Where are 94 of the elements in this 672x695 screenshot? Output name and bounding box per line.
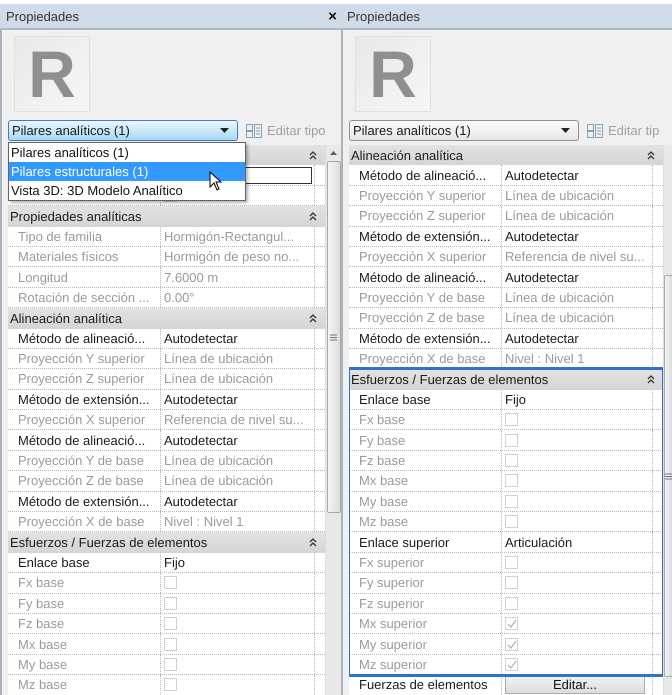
property-label: Mx base <box>8 634 161 654</box>
property-label: Mz superior <box>349 654 502 674</box>
scroll-thumb[interactable] <box>664 275 672 677</box>
type-selector[interactable]: Pilares analíticos (1) <box>8 120 238 141</box>
section-title: Alineación analítica <box>351 148 464 163</box>
property-label: Fy base <box>8 594 161 613</box>
property-label: My superior <box>349 634 502 654</box>
app-logo: R <box>14 36 90 112</box>
property-label: Proyección X superior <box>349 246 502 266</box>
property-value[interactable]: Autodetectar <box>502 267 653 287</box>
close-button[interactable]: × <box>326 8 339 24</box>
property-label: Método de extensión... <box>8 492 161 512</box>
grip-icon <box>664 472 672 480</box>
property-label: Mz base <box>8 675 161 695</box>
dropdown-item[interactable]: Pilares analíticos (1) <box>9 143 245 162</box>
collapse-icon[interactable] <box>309 314 317 323</box>
scrollbar[interactable] <box>663 145 672 695</box>
property-label: Proyección Z de base <box>8 471 161 491</box>
section-title: Esfuerzos / Fuerzas de elementos <box>351 372 548 387</box>
property-label: Enlace base <box>8 552 161 572</box>
property-label: Método de alineació... <box>8 430 161 450</box>
dropdown-item[interactable]: Vista 3D: 3D Modelo Analítico <box>9 181 245 200</box>
property-label: My base <box>349 492 502 512</box>
scroll-thumb[interactable] <box>326 161 340 513</box>
collapse-icon[interactable] <box>647 150 655 160</box>
property-value[interactable]: Fijo <box>502 390 653 410</box>
property-label: Mz base <box>349 512 502 532</box>
property-label: Fx base <box>349 410 502 430</box>
property-label: Proyección X de base <box>8 512 161 532</box>
property-label: Fy superior <box>349 573 502 593</box>
property-label: Proyección Y de base <box>349 288 502 308</box>
caret-icon <box>561 128 570 133</box>
grip-icon <box>330 334 337 340</box>
scrollbar[interactable] <box>325 145 341 695</box>
property-label: Proyección Y de base <box>8 450 161 470</box>
property-value[interactable]: Autodetectar <box>161 390 315 410</box>
property-value[interactable]: Articulación <box>502 532 653 552</box>
property-label: Proyección Z superior <box>349 206 502 226</box>
property-label: Método de extensión... <box>349 328 502 348</box>
property-label: Mx superior <box>349 614 502 634</box>
property-label: Método de alineació... <box>349 267 502 287</box>
section-header[interactable]: Alineación analítica <box>349 145 663 166</box>
property-label: Fuerzas de elementos <box>349 675 502 695</box>
property-label: Fy base <box>349 430 502 450</box>
section-title: Alineación analítica <box>10 310 122 326</box>
property-label: Proyección Y superior <box>349 186 502 206</box>
collapse-icon[interactable] <box>309 538 317 548</box>
panel-title: Propiedades <box>347 8 420 24</box>
property-label: Mx base <box>349 471 502 491</box>
section-title: Propiedades analíticas <box>10 208 142 224</box>
property-label: Fx base <box>8 573 161 593</box>
section-header[interactable]: Esfuerzos / Fuerzas de elementos <box>8 532 325 553</box>
property-value[interactable]: Autodetectar <box>161 430 315 450</box>
scroll-up-icon[interactable] <box>330 151 337 155</box>
section-header[interactable]: Propiedades analíticas <box>8 206 325 227</box>
property-label: Método de alineació... <box>349 165 502 185</box>
property-value[interactable]: Autodetectar <box>502 226 653 246</box>
section-header[interactable]: Esfuerzos / Fuerzas de elementos <box>349 369 663 390</box>
property-label: Rotación de sección ... <box>8 288 161 308</box>
table-icon <box>587 124 603 138</box>
property-label: Proyección X de base <box>349 348 502 368</box>
property-label: My base <box>8 654 161 674</box>
property-label: Enlace superior <box>349 532 502 552</box>
property-value[interactable]: Fijo <box>161 552 315 572</box>
collapse-icon[interactable] <box>309 212 317 221</box>
property-label: Longitud <box>8 267 161 287</box>
property-label: Proyección Y superior <box>8 348 161 368</box>
property-label: Tipo de familia <box>8 226 161 246</box>
collapse-icon[interactable] <box>309 150 317 160</box>
table-icon <box>246 124 262 138</box>
property-label: Método de alineació... <box>8 328 161 348</box>
property-label: Fx superior <box>349 552 502 572</box>
property-value[interactable]: Autodetectar <box>502 165 653 185</box>
property-value[interactable]: Autodetectar <box>161 328 315 348</box>
property-label: Enlace base <box>349 390 502 410</box>
caret-icon <box>220 128 229 133</box>
section-header[interactable]: Alineación analítica <box>8 308 325 329</box>
property-label: Proyección X superior <box>8 410 161 430</box>
property-label: Método de extensión... <box>349 226 502 246</box>
property-label: Proyección Z de base <box>349 308 502 328</box>
property-label: Proyección Z superior <box>8 369 161 389</box>
cursor-icon <box>209 171 223 191</box>
type-selector[interactable]: Pilares analíticos (1) <box>349 120 579 141</box>
property-label: Fz superior <box>349 594 502 613</box>
property-label: Fz base <box>349 450 502 470</box>
app-logo: R <box>355 36 431 112</box>
panel-title: Propiedades <box>6 8 79 24</box>
collapse-icon[interactable] <box>647 374 655 384</box>
property-label: Materiales físicos <box>8 246 161 266</box>
property-label: Fz base <box>8 614 161 634</box>
property-label: Método de extensión... <box>8 390 161 410</box>
property-value[interactable]: Autodetectar <box>161 492 315 512</box>
property-value[interactable]: Autodetectar <box>502 328 653 348</box>
section-title: Esfuerzos / Fuerzas de elementos <box>10 535 208 550</box>
